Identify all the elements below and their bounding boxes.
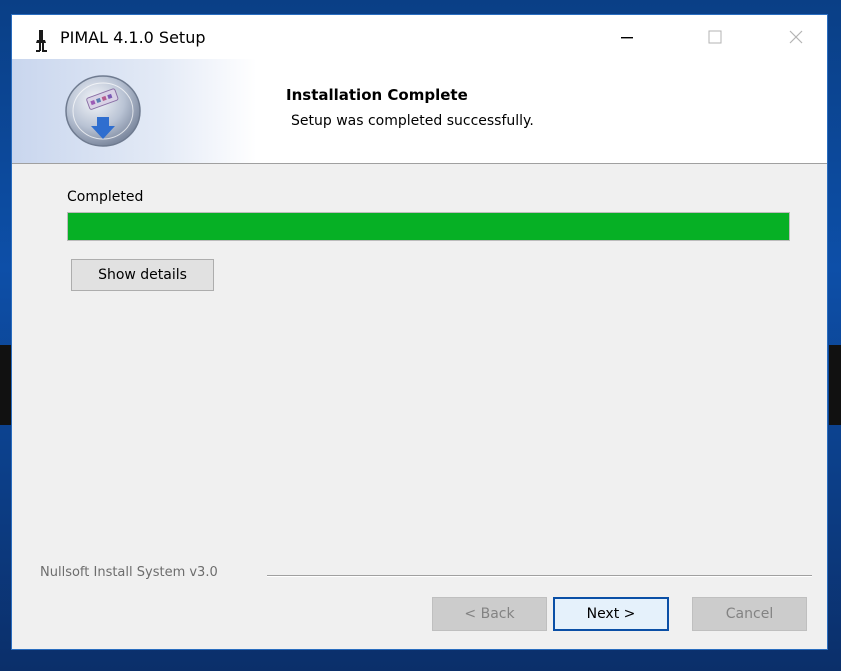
maximize-icon xyxy=(708,30,722,44)
back-button[interactable]: < Back xyxy=(432,597,547,631)
title-bar[interactable]: PIMAL 4.1.0 Setup xyxy=(12,15,827,59)
close-button[interactable] xyxy=(767,15,825,59)
progress-bar xyxy=(67,212,790,241)
next-button[interactable]: Next > xyxy=(553,597,669,631)
close-icon xyxy=(789,30,803,44)
background-window-edge xyxy=(829,345,841,425)
cancel-button[interactable]: Cancel xyxy=(692,597,807,631)
window-title: PIMAL 4.1.0 Setup xyxy=(60,28,206,47)
maximize-button[interactable] xyxy=(686,15,744,59)
progress-bar-fill xyxy=(68,213,789,240)
header-title: Installation Complete xyxy=(286,86,468,104)
branding-text: Nullsoft Install System v3.0 xyxy=(40,565,218,580)
branding-divider xyxy=(267,575,812,576)
show-details-button[interactable]: Show details xyxy=(71,259,214,291)
setup-window: PIMAL 4.1.0 Setup Installation Complete … xyxy=(11,14,828,650)
install-disc-icon xyxy=(65,75,141,147)
minimize-icon xyxy=(621,37,633,39)
minimize-button[interactable] xyxy=(598,15,656,59)
header-subtitle: Setup was completed successfully. xyxy=(291,113,534,129)
desktop-background: PIMAL 4.1.0 Setup Installation Complete … xyxy=(0,0,841,671)
status-label: Completed xyxy=(67,189,144,205)
wizard-header: Installation Complete Setup was complete… xyxy=(12,59,827,164)
installer-figure-icon xyxy=(36,30,47,52)
